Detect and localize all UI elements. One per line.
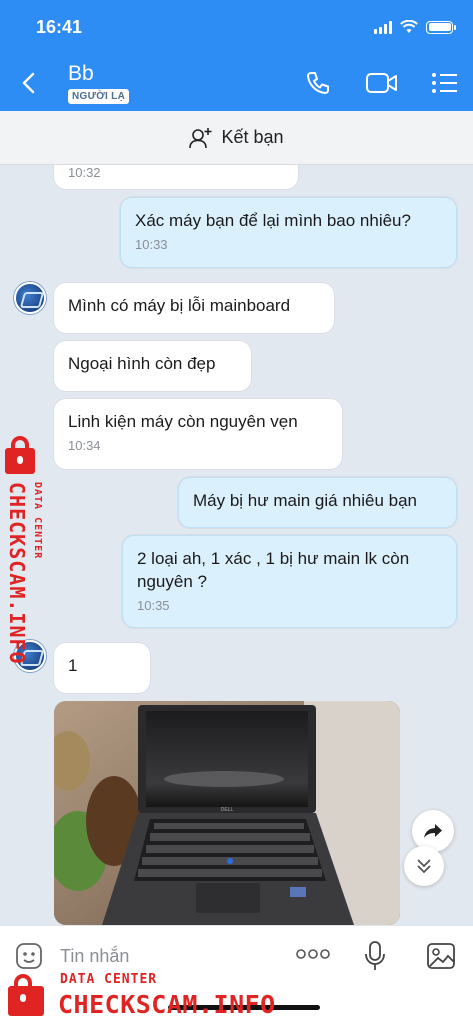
status-time: 16:41 xyxy=(36,17,83,37)
message-text: Xác máy bạn để lại mình bao nhiêu? xyxy=(135,211,411,230)
add-friend-bar[interactable]: Kết bạn xyxy=(0,111,473,165)
message-time: 10:34 xyxy=(68,437,101,453)
message-text: Ngoại hình còn đẹp xyxy=(68,354,216,373)
watermark-bottom-small: DATA CENTER xyxy=(60,972,158,987)
mic-icon[interactable] xyxy=(364,940,386,972)
message-bubble[interactable]: Mình có máy bị lỗi mainboard xyxy=(54,283,334,333)
message-bubble[interactable]: Máy bị hư main giá nhiêu bạn xyxy=(178,477,457,528)
video-icon xyxy=(366,73,397,93)
add-friend-label: Kết bạn xyxy=(221,127,284,147)
message-bubble[interactable]: 2 loại ah, 1 xác , 1 bị hư main lk còn n… xyxy=(122,535,457,628)
battery-icon xyxy=(426,20,456,34)
watermark-side-big: CHECKSCAM.INFO xyxy=(5,482,29,665)
message-time: 10:35 xyxy=(137,597,170,613)
video-call-button[interactable] xyxy=(364,68,400,98)
watermark-bottom: DATA CENTER CHECKSCAM.INFO xyxy=(0,958,300,1024)
call-button[interactable] xyxy=(303,68,333,98)
message-bubble[interactable]: 10:32 xyxy=(54,165,298,189)
add-friend-icon xyxy=(189,127,212,148)
photo-message[interactable]: DELL xyxy=(54,701,400,925)
back-icon xyxy=(22,72,35,94)
watermark-bottom-big: CHECKSCAM.INFO xyxy=(58,990,276,1019)
scroll-down-button[interactable] xyxy=(404,846,444,886)
scroll-down-icon xyxy=(417,859,431,874)
message-text: Máy bị hư main giá nhiêu bạn xyxy=(193,491,418,510)
more-icon[interactable] xyxy=(296,948,330,960)
message-bubble[interactable]: Xác máy bạn để lại mình bao nhiêu? 10:33 xyxy=(120,197,457,268)
message-text: Mình có máy bị lỗi mainboard xyxy=(68,296,291,315)
chat-header: 16:41 Bb NGƯỜI LẠ xyxy=(0,0,473,111)
phone-icon xyxy=(307,72,329,94)
share-icon xyxy=(424,824,442,838)
watermark-lock-icon xyxy=(8,974,44,1016)
stranger-badge: NGƯỜI LẠ xyxy=(68,89,130,104)
message-bubble[interactable]: 1 xyxy=(54,643,150,693)
message-text: Linh kiện máy còn nguyên vẹn xyxy=(68,412,298,431)
status-icons xyxy=(374,20,456,34)
watermark-side-small: DATA CENTER xyxy=(32,482,43,560)
message-list[interactable]: 10:32 Xác máy bạn để lại mình bao nhiêu?… xyxy=(0,165,473,925)
image-icon[interactable] xyxy=(426,942,456,970)
signal-icon xyxy=(374,20,392,34)
menu-button[interactable] xyxy=(430,68,460,98)
watermark-side: CHECKSCAM.INFO DATA CENTER xyxy=(2,436,62,671)
contact-name[interactable]: Bb xyxy=(68,62,94,86)
menu-icon xyxy=(432,73,457,93)
message-text: 2 loại ah, 1 xác , 1 bị hư main lk còn n… xyxy=(137,549,410,591)
laptop-brand: DELL xyxy=(221,807,234,813)
avatar[interactable] xyxy=(14,282,46,314)
message-bubble[interactable]: Linh kiện máy còn nguyên vẹn 10:34 xyxy=(54,399,342,469)
watermark-lock-icon xyxy=(5,436,35,474)
message-time: 10:32 xyxy=(68,165,101,180)
wifi-icon xyxy=(400,20,418,33)
laptop-photo: DELL xyxy=(54,701,400,925)
back-button[interactable] xyxy=(16,68,40,98)
message-bubble[interactable]: Ngoại hình còn đẹp xyxy=(54,341,251,391)
message-text: 1 xyxy=(68,656,78,675)
message-time: 10:33 xyxy=(135,236,168,252)
